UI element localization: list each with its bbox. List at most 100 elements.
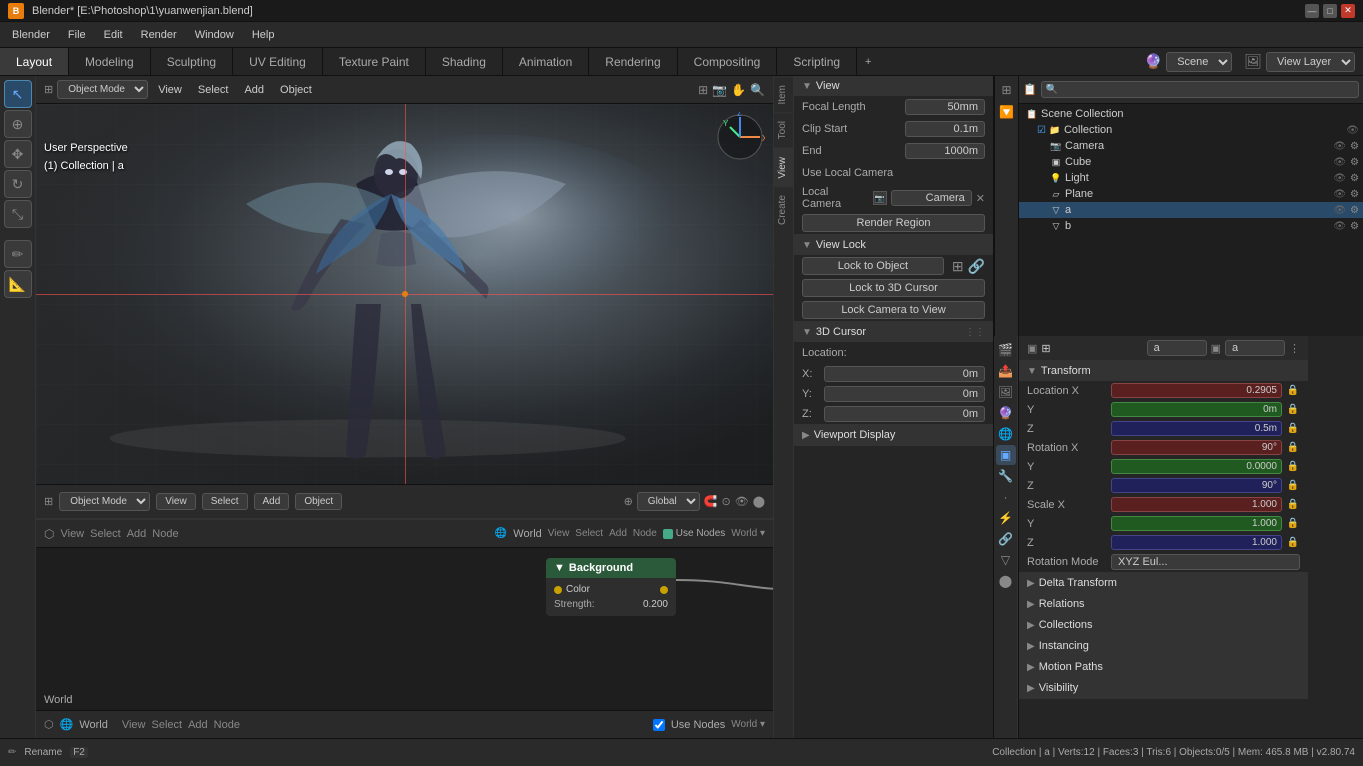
outliner-camera[interactable]: 📷 Camera 👁 ⚙ <box>1019 138 1363 154</box>
node-view-menu[interactable]: View <box>60 528 84 540</box>
add-menu[interactable]: Add <box>238 82 270 98</box>
scene-selector[interactable]: Scene <box>1166 52 1232 72</box>
cursor-tool[interactable]: ⊕ <box>4 110 32 138</box>
node-node-btn[interactable]: Node <box>633 528 657 539</box>
scene-props-icon[interactable]: 🔮 <box>996 403 1016 423</box>
local-camera-input[interactable]: Camera <box>891 190 972 206</box>
cam-vis[interactable]: 👁 <box>1333 141 1346 152</box>
transform-header[interactable]: ▼ Transform <box>1019 361 1308 381</box>
lock-3d-cursor-btn[interactable]: Lock to 3D Cursor <box>802 279 985 297</box>
cursor-x-val[interactable]: 0m <box>824 366 985 382</box>
scale-z-field[interactable]: 1.000 <box>1111 535 1282 550</box>
render-mode-icon[interactable]: ⬤ <box>753 495 765 508</box>
tab-uv-editing[interactable]: UV Editing <box>233 48 323 75</box>
maximize-button[interactable]: □ <box>1323 4 1337 18</box>
loc-x-field[interactable]: 0.2905 <box>1111 383 1282 398</box>
scale-y-field[interactable]: 1.000 <box>1111 516 1282 531</box>
use-nodes-toggle[interactable]: Use Nodes <box>663 528 725 539</box>
rot-z-field[interactable]: 90° <box>1111 478 1282 493</box>
node-add-footer[interactable]: Add <box>188 719 208 731</box>
lock-camera-btn[interactable]: Lock Camera to View <box>802 301 985 319</box>
view-lock-header[interactable]: ▼ View Lock <box>794 235 993 255</box>
close-button[interactable]: ✕ <box>1341 4 1355 18</box>
add-btn[interactable]: Add <box>254 493 290 510</box>
object-name-input[interactable] <box>1147 340 1207 356</box>
node-select-footer[interactable]: Select <box>152 719 183 731</box>
proportional-icon[interactable]: ⊙ <box>722 495 731 508</box>
n-tab-view[interactable]: View <box>774 148 793 187</box>
select-tool[interactable]: ↖ <box>4 80 32 108</box>
n-tab-create[interactable]: Create <box>774 186 793 233</box>
tab-modeling[interactable]: Modeling <box>69 48 151 75</box>
node-add-menu[interactable]: Add <box>127 528 147 540</box>
loc-y-field[interactable]: 0m <box>1111 402 1282 417</box>
cursor-menu-icon[interactable]: ⋮⋮ <box>965 327 985 338</box>
minimize-button[interactable]: — <box>1305 4 1319 18</box>
node-view-footer[interactable]: View <box>122 719 146 731</box>
add-tab-button[interactable]: + <box>857 48 879 75</box>
view-layer-icon[interactable]: 🖼 <box>1244 53 1262 70</box>
select-menu[interactable]: Select <box>192 82 235 98</box>
col-check[interactable]: ☑ <box>1037 125 1046 136</box>
object-props-icon[interactable]: ▣ <box>996 445 1016 465</box>
node-view-icon[interactable]: View <box>548 528 570 539</box>
scene-icon[interactable]: 🔮 <box>1145 53 1162 70</box>
rot-y-lock[interactable]: 🔒 <box>1286 461 1300 472</box>
bg-node-collapse[interactable]: ▼ <box>554 562 565 574</box>
outliner-search-input[interactable] <box>1041 81 1359 98</box>
material-props-icon[interactable]: ⬤ <box>996 571 1016 591</box>
render-props-icon[interactable]: 🎬 <box>996 340 1016 360</box>
menu-render[interactable]: Render <box>133 27 185 43</box>
camera-view-icon[interactable]: 📷 <box>712 83 727 97</box>
tab-scripting[interactable]: Scripting <box>777 48 857 75</box>
snap-icon[interactable]: 🧲 <box>704 495 718 508</box>
delta-header[interactable]: ▶ Delta Transform <box>1019 573 1308 593</box>
plane-vis[interactable]: 👁 <box>1333 189 1346 200</box>
visibility-header[interactable]: ▶ Visibility <box>1019 678 1308 698</box>
object-mode-footer[interactable]: Object Mode <box>59 492 150 511</box>
rot-x-lock[interactable]: 🔒 <box>1286 442 1300 453</box>
menu-help[interactable]: Help <box>244 27 283 43</box>
cursor-y-val[interactable]: 0m <box>824 386 985 402</box>
cursor-section-header[interactable]: ▼ 3D Cursor ⋮⋮ <box>794 322 993 342</box>
obj-extra-btn[interactable]: ⋮ <box>1289 342 1300 355</box>
select-btn[interactable]: Select <box>202 493 248 510</box>
tab-rendering[interactable]: Rendering <box>589 48 677 75</box>
rot-y-field[interactable]: 0.0000 <box>1111 459 1282 474</box>
tab-layout[interactable]: Layout <box>0 48 69 75</box>
outliner-icon-btn[interactable]: ⊞ <box>997 80 1017 100</box>
rotate-tool[interactable]: ↻ <box>4 170 32 198</box>
object-btn[interactable]: Object <box>295 493 342 510</box>
zoom-icon[interactable]: 🔍 <box>750 83 765 97</box>
tab-compositing[interactable]: Compositing <box>678 48 778 75</box>
node-add-btn[interactable]: Add <box>609 528 627 539</box>
scale-x-lock[interactable]: 🔒 <box>1286 499 1300 510</box>
scale-y-lock[interactable]: 🔒 <box>1286 518 1300 529</box>
view-section-header[interactable]: ▼ View <box>794 76 993 96</box>
b-vis[interactable]: 👁 <box>1333 221 1346 232</box>
vis-icon[interactable]: 👁 <box>735 495 749 508</box>
instancing-header[interactable]: ▶ Instancing <box>1019 636 1308 656</box>
tab-shading[interactable]: Shading <box>426 48 503 75</box>
lock-to-object-btn[interactable]: Lock to Object <box>802 257 944 275</box>
menu-file[interactable]: File <box>60 27 94 43</box>
loc-y-lock[interactable]: 🔒 <box>1286 404 1300 415</box>
node-world-selector[interactable]: World ▾ <box>731 528 765 539</box>
outliner-a[interactable]: ▽ a 👁 ⚙ <box>1019 202 1363 218</box>
tab-sculpting[interactable]: Sculpting <box>151 48 233 75</box>
world-select-footer[interactable]: World ▾ <box>731 719 765 730</box>
loc-z-field[interactable]: 0.5m <box>1111 421 1282 436</box>
a-vis[interactable]: 👁 <box>1333 205 1346 216</box>
focal-length-value[interactable]: 50mm <box>905 99 985 115</box>
outliner-scene-collection[interactable]: 📋 Scene Collection <box>1019 106 1363 122</box>
relations-header[interactable]: ▶ Relations <box>1019 594 1308 614</box>
lock-obj-link[interactable]: 🔗 <box>968 258 985 275</box>
menu-window[interactable]: Window <box>187 27 242 43</box>
move-tool[interactable]: ✥ <box>4 140 32 168</box>
light-vis[interactable]: 👁 <box>1333 173 1346 184</box>
viewport-type-icon[interactable]: ⊞ <box>44 495 53 508</box>
outliner-plane[interactable]: ▱ Plane 👁 ⚙ <box>1019 186 1363 202</box>
viewport-canvas[interactable]: User Perspective (1) Collection | a X Y … <box>36 104 773 484</box>
render-region-btn[interactable]: Render Region <box>802 214 985 232</box>
object-mode-dropdown[interactable]: Object Mode <box>57 80 148 99</box>
